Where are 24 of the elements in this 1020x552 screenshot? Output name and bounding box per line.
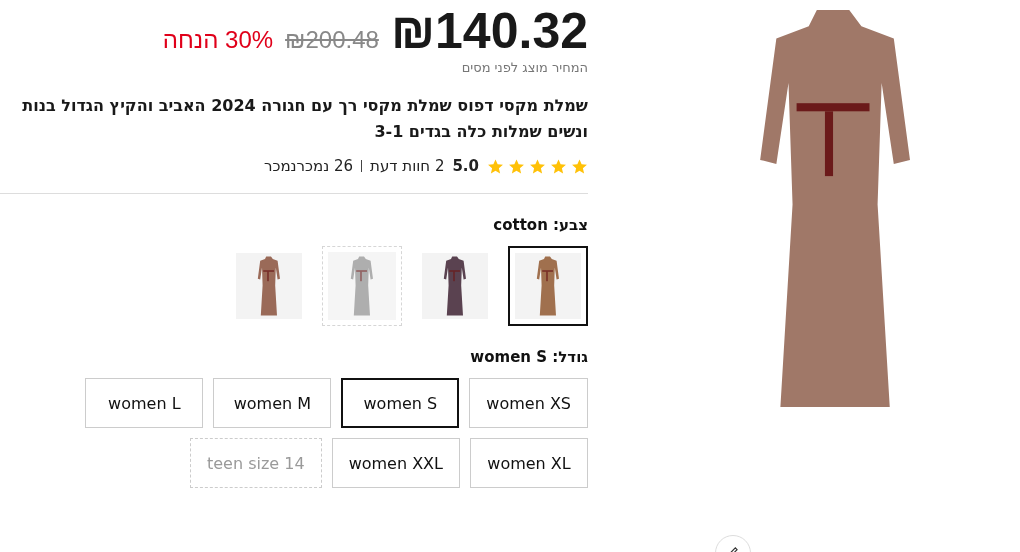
discount-label: 30% הנחה — [162, 26, 274, 54]
star-icon — [550, 157, 567, 175]
star-icon — [487, 157, 504, 175]
tax-note: המחיר מוצג לפני מסים — [460, 60, 588, 75]
size-option[interactable]: women XL — [470, 438, 588, 488]
size-option[interactable]: women XXL — [331, 438, 460, 488]
sold-count: 26 נמכרנמכר — [264, 157, 354, 175]
star-icon — [571, 157, 588, 175]
color-swatch[interactable] — [508, 246, 588, 326]
size-option[interactable]: women M — [213, 378, 332, 428]
star-icon — [508, 157, 525, 175]
dress-drawing — [256, 256, 282, 316]
product-title: שמלת מקסי דפוס שמלת מקסי רך עם חגורה 2024 האביב והקיץ הגדול בנות ונשים שמלות כלה בגדים 3-1 — [21, 95, 588, 143]
dress-drawing — [535, 256, 561, 316]
current-price: ₪140.32 — [390, 2, 588, 60]
original-price: ₪200.48 — [285, 26, 379, 54]
dress-drawing — [442, 256, 468, 316]
review-count: 2 חוות דעת — [370, 157, 445, 175]
size-option[interactable]: women L — [85, 378, 204, 428]
rating-score: 5.0 — [452, 157, 479, 175]
star-icon — [529, 157, 546, 175]
size-option[interactable]: women XS — [469, 378, 588, 428]
dress-drawing — [349, 256, 375, 316]
size-option[interactable]: women S — [341, 378, 460, 428]
